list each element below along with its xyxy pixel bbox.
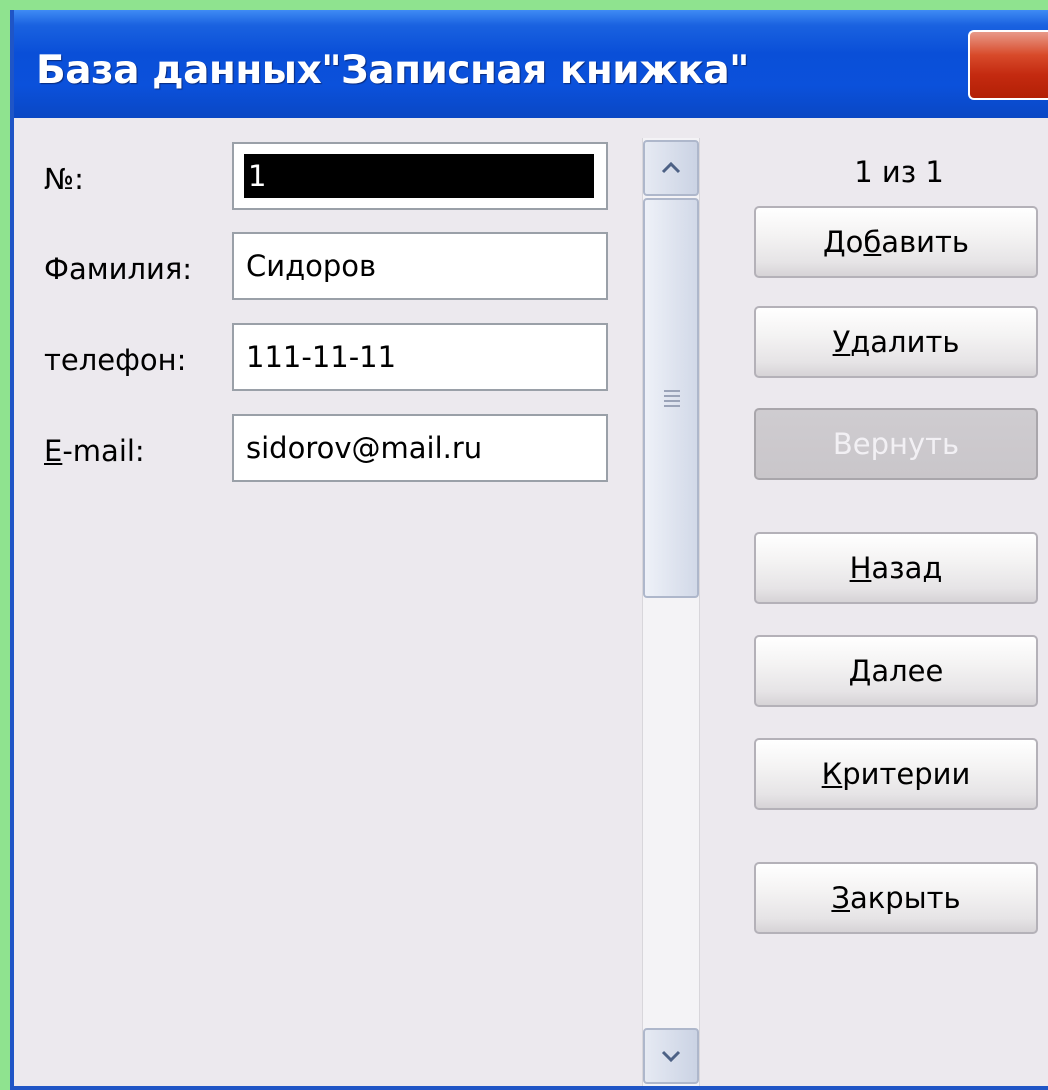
add-button[interactable]: До б авить — [754, 206, 1038, 278]
title-bar[interactable]: База данных"Записная книжка" — [14, 10, 1048, 118]
restore-button[interactable]: Вернуть — [754, 408, 1038, 480]
next-button[interactable]: Далее — [754, 635, 1038, 707]
email-input[interactable]: sidorov@mail.ru — [232, 414, 608, 482]
delete-button[interactable]: Удалить — [754, 306, 1038, 378]
chevron-up-icon — [661, 161, 681, 174]
back-button[interactable]: Назад — [754, 532, 1038, 604]
email-label: E-mail: — [44, 434, 145, 468]
surname-label: Фамилия: — [44, 252, 193, 286]
criteria-button[interactable]: Критерии — [754, 738, 1038, 810]
record-number-value: 1 — [244, 154, 594, 198]
grip-icon — [664, 390, 680, 410]
surname-value: Сидоров — [246, 249, 377, 283]
record-counter: 1 из 1 — [854, 155, 944, 189]
phone-input[interactable]: 111-11-11 — [232, 323, 608, 391]
record-scrollbar[interactable] — [642, 138, 700, 1086]
record-number-label: №: — [44, 162, 84, 196]
phone-label: телефон: — [44, 343, 187, 377]
chevron-down-icon — [661, 1050, 681, 1063]
scroll-down-button[interactable] — [643, 1028, 699, 1084]
scroll-thumb[interactable] — [643, 198, 699, 598]
surname-input[interactable]: Сидоров — [232, 232, 608, 300]
scroll-up-button[interactable] — [643, 140, 699, 196]
record-number-field: 1 — [232, 142, 608, 210]
data-form-window: База данных"Записная книжка" №: 1 Фамили… — [10, 10, 1048, 1090]
close-window-button[interactable] — [968, 30, 1048, 100]
email-value: sidorov@mail.ru — [246, 431, 483, 465]
close-button[interactable]: Закрыть — [754, 862, 1038, 934]
window-title: База данных"Записная книжка" — [36, 48, 750, 93]
phone-value: 111-11-11 — [246, 340, 397, 374]
